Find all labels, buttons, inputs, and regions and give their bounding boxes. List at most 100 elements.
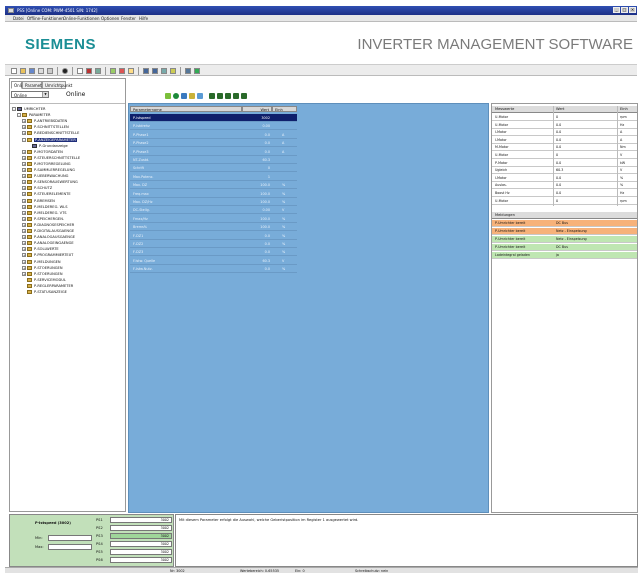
- parameter-row[interactable]: Max. DZ/Hz 100.0%: [130, 198, 297, 206]
- expand-icon[interactable]: +: [22, 131, 26, 136]
- new-file-icon[interactable]: [11, 68, 17, 74]
- tree-node[interactable]: + P-ANALOGEINGAENGE: [22, 240, 74, 246]
- tree-node[interactable]: + P-PROGRAMMIERTEXT: [22, 252, 73, 258]
- refresh-icon[interactable]: [173, 93, 179, 99]
- parameter-value[interactable]: 100.0: [242, 200, 270, 204]
- parameter-set-field[interactable]: 3002: [110, 557, 172, 563]
- min-field[interactable]: [48, 535, 92, 541]
- chart-icon[interactable]: [95, 68, 101, 74]
- filter-remove-icon[interactable]: [119, 68, 125, 74]
- expand-icon[interactable]: +: [22, 198, 26, 203]
- parameter-set-field[interactable]: 3002: [110, 533, 172, 539]
- parameter-set-field[interactable]: 3002: [110, 541, 172, 547]
- parameter-value[interactable]: 0.0: [242, 267, 270, 271]
- parameter-row[interactable]: Brems% 100.0%: [130, 223, 297, 232]
- parameter-row[interactable]: Max. DZ 100.0%: [130, 181, 297, 190]
- expand-icon[interactable]: +: [22, 155, 26, 160]
- tree-node[interactable]: + P-MELDUNGEN: [22, 259, 61, 265]
- tree-node[interactable]: + P-STEUERELEMENTE: [22, 191, 71, 197]
- tree-node[interactable]: + P-SCHUTZ: [22, 185, 52, 191]
- collapse-icon[interactable]: -: [17, 113, 21, 118]
- expand-icon[interactable]: +: [22, 222, 26, 227]
- expand-icon[interactable]: +: [22, 180, 26, 185]
- tree-node[interactable]: P-STATUSANZEIGE: [22, 289, 67, 295]
- tree-node[interactable]: + P-STEUERSCHNITTSTELLE: [22, 155, 80, 161]
- tree-node[interactable]: + P-ANTRIEBSDATEN: [22, 118, 67, 124]
- download-icon[interactable]: [152, 68, 158, 74]
- search-icon[interactable]: [197, 93, 203, 99]
- parameter-row[interactable]: Schrift 0: [130, 164, 297, 173]
- tree-node[interactable]: - P-ANZEIGEPARAMETER: [22, 137, 77, 143]
- filter-edit-icon[interactable]: [128, 68, 134, 74]
- tree-node[interactable]: P-SERVICEMODUL: [22, 277, 66, 283]
- tab-umrichtpunkt[interactable]: Umrichtpunkt: [42, 81, 72, 89]
- menu-optionen[interactable]: Optionen: [101, 16, 119, 21]
- parameter-row[interactable]: P-Istspeed 3002: [130, 114, 297, 122]
- save-icon[interactable]: [29, 68, 35, 74]
- expand-icon[interactable]: +: [22, 204, 26, 209]
- expand-icon[interactable]: +: [22, 229, 26, 233]
- expand-icon[interactable]: +: [22, 168, 26, 172]
- window-icon[interactable]: [77, 68, 83, 74]
- menu-hilfe[interactable]: Hilfe: [139, 16, 148, 21]
- parameter-value[interactable]: 0.0: [242, 242, 270, 246]
- tree-node[interactable]: - PARAMETER: [17, 112, 51, 118]
- tree-node[interactable]: P-Grundanzeige: [27, 143, 68, 149]
- parameter-row[interactable]: Freq.max 100.0%: [130, 190, 297, 198]
- parameter-value[interactable]: 0.00: [242, 124, 270, 128]
- max-field[interactable]: [48, 544, 92, 550]
- tree-node[interactable]: + P-SPEICHERGEN.: [22, 216, 64, 222]
- parameter-icon[interactable]: [170, 68, 176, 74]
- expand-icon[interactable]: +: [22, 216, 26, 221]
- expand-icon[interactable]: +: [22, 265, 26, 270]
- open-folder-icon[interactable]: [20, 68, 26, 74]
- tab-online[interactable]: Online: [11, 81, 27, 89]
- parameter-value[interactable]: 0.00: [242, 208, 270, 212]
- trend-icon[interactable]: [194, 68, 200, 74]
- parameter-row[interactable]: Fmax/Hz 100.0%: [130, 215, 297, 223]
- parameter-row[interactable]: NT-Zustd. 60.3: [130, 156, 297, 164]
- tree-node[interactable]: + P-DIGITALAUSGAENGE: [22, 228, 74, 234]
- parameter-value[interactable]: 100.0: [242, 183, 270, 187]
- parameter-row[interactable]: P-Istdrehz 0.00: [130, 122, 297, 131]
- view-chart-icon[interactable]: [233, 93, 239, 99]
- tree-node[interactable]: P-REGLERPARAMETER: [22, 283, 73, 289]
- stop-icon[interactable]: [86, 68, 92, 74]
- parameter-value[interactable]: 100.0: [242, 225, 270, 229]
- parameter-row[interactable]: P-Phase2 0.0 A: [130, 139, 297, 148]
- parameter-row[interactable]: F-DZ2 0.0%: [130, 240, 297, 248]
- expand-icon[interactable]: +: [22, 253, 26, 258]
- parameter-row[interactable]: F.Istw. Quelle 60.3 V: [130, 257, 297, 265]
- parameter-row[interactable]: P-Phase3 0.0 A: [130, 148, 297, 156]
- expand-icon[interactable]: +: [22, 241, 26, 246]
- view-grid-icon[interactable]: [209, 93, 215, 99]
- parameter-value[interactable]: 100.0: [242, 192, 270, 196]
- parameter-value[interactable]: 60.3: [242, 158, 270, 162]
- parameter-set-field[interactable]: 3002: [110, 549, 172, 555]
- view-detail-icon[interactable]: [225, 93, 231, 99]
- parameter-value[interactable]: 0.0: [242, 150, 270, 154]
- write-icon[interactable]: [181, 93, 187, 99]
- parameter-value[interactable]: 100.0: [242, 217, 270, 221]
- tree-node[interactable]: + P-MOTORREGELUNG: [22, 161, 71, 167]
- parameter-value[interactable]: 0: [242, 166, 270, 170]
- expand-icon[interactable]: +: [22, 192, 26, 197]
- expand-icon[interactable]: +: [22, 210, 26, 215]
- menu-online[interactable]: Online-Funktionen: [63, 16, 99, 21]
- connect-icon[interactable]: [62, 68, 68, 74]
- tree-node[interactable]: + P-STOERUNGEN: [22, 271, 63, 277]
- parameter-row[interactable]: Max.Potenz. 1: [130, 173, 297, 181]
- tree-node[interactable]: + P-SAMMLERREGELUNG: [22, 167, 75, 173]
- column-header-unit[interactable]: Einh: [272, 106, 297, 112]
- parameter-value[interactable]: 3002: [242, 116, 270, 120]
- parameter-value[interactable]: 0.0: [242, 141, 270, 145]
- parameter-row[interactable]: DC-Stellg. 0.00 V: [130, 206, 297, 215]
- menu-fenster[interactable]: Fenster: [121, 16, 136, 21]
- print-preview-icon[interactable]: [47, 68, 53, 74]
- menu-datei[interactable]: Datei: [13, 16, 24, 21]
- menu-offline[interactable]: Offline-Funktionen: [27, 16, 64, 21]
- grid-icon[interactable]: [185, 68, 191, 74]
- parameter-value[interactable]: 0.0: [242, 234, 270, 238]
- tree-node[interactable]: + P-MELDEREG. VTS: [22, 210, 67, 216]
- tree-node[interactable]: + P-ANALOGAUSGAENGE: [22, 234, 75, 240]
